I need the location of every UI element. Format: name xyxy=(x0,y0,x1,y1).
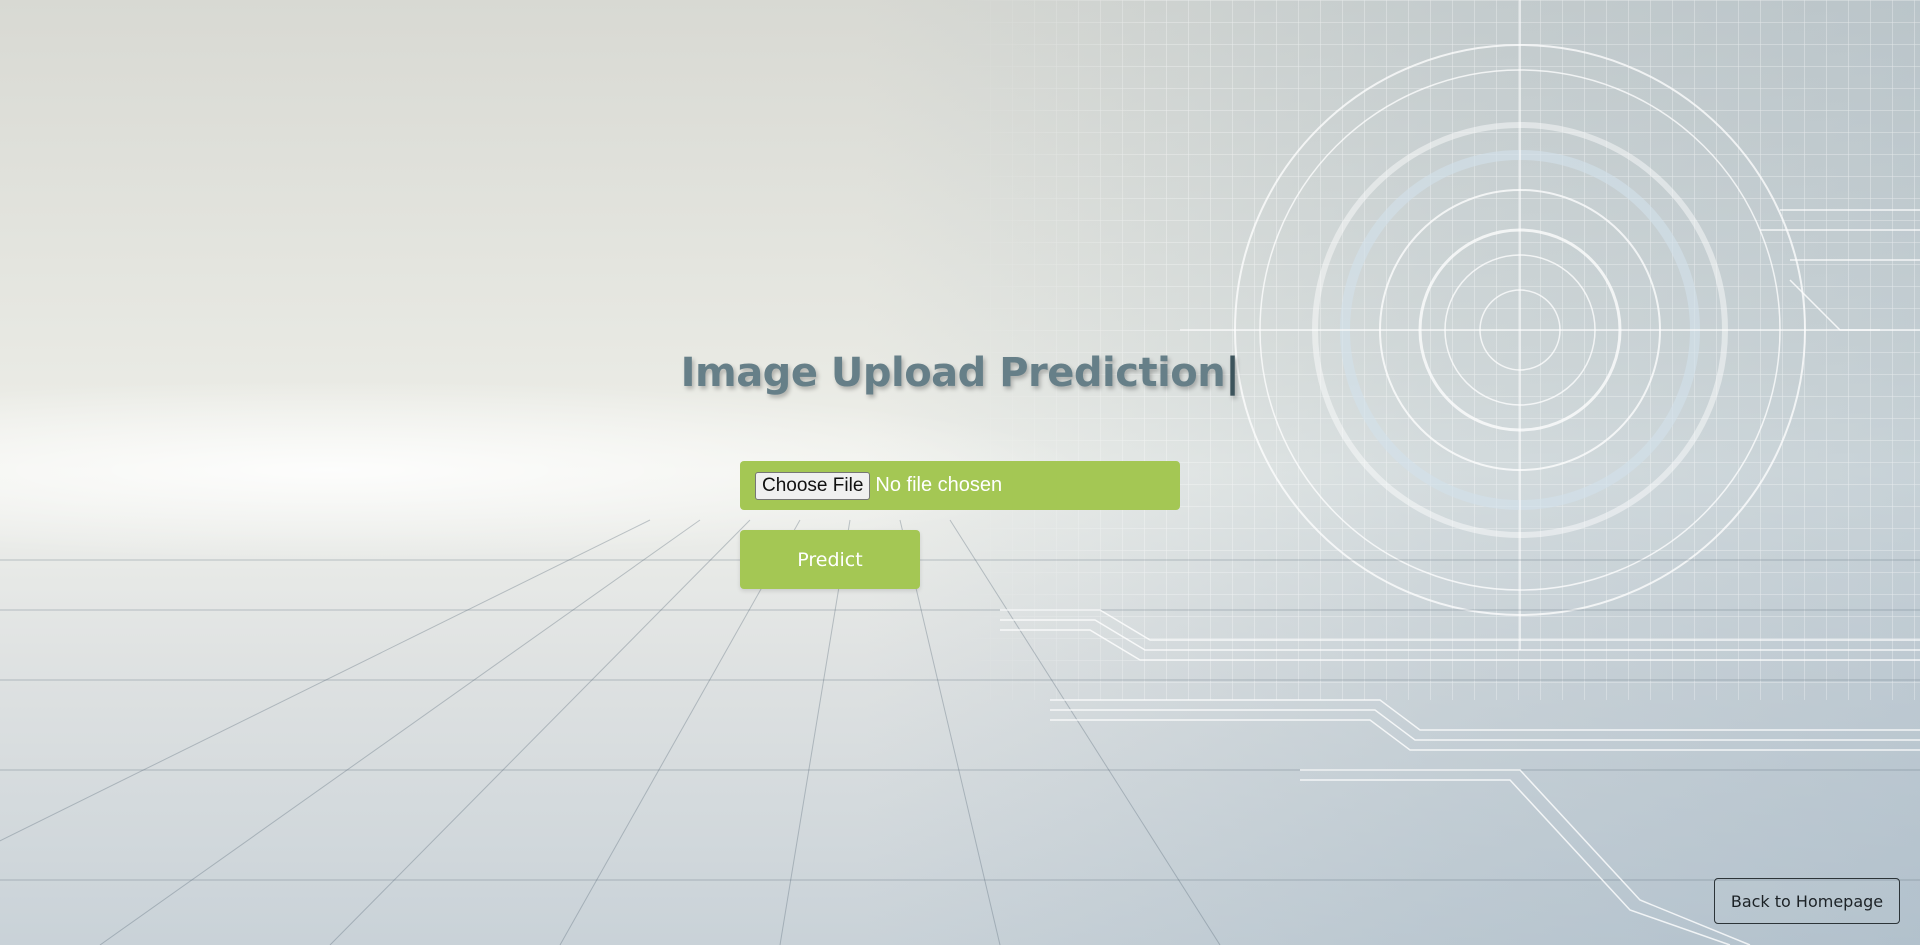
back-to-homepage-button[interactable]: Back to Homepage xyxy=(1714,878,1900,924)
predict-button[interactable]: Predict xyxy=(740,530,920,589)
file-upload-field[interactable]: Choose File No file chosen xyxy=(740,461,1180,510)
choose-file-button[interactable]: Choose File xyxy=(755,471,871,500)
file-status-text: No file chosen xyxy=(875,474,1003,496)
page-title-text: Image Upload Prediction xyxy=(680,350,1226,396)
page-title: Image Upload Prediction| xyxy=(0,350,1920,396)
typing-caret: | xyxy=(1225,350,1240,396)
